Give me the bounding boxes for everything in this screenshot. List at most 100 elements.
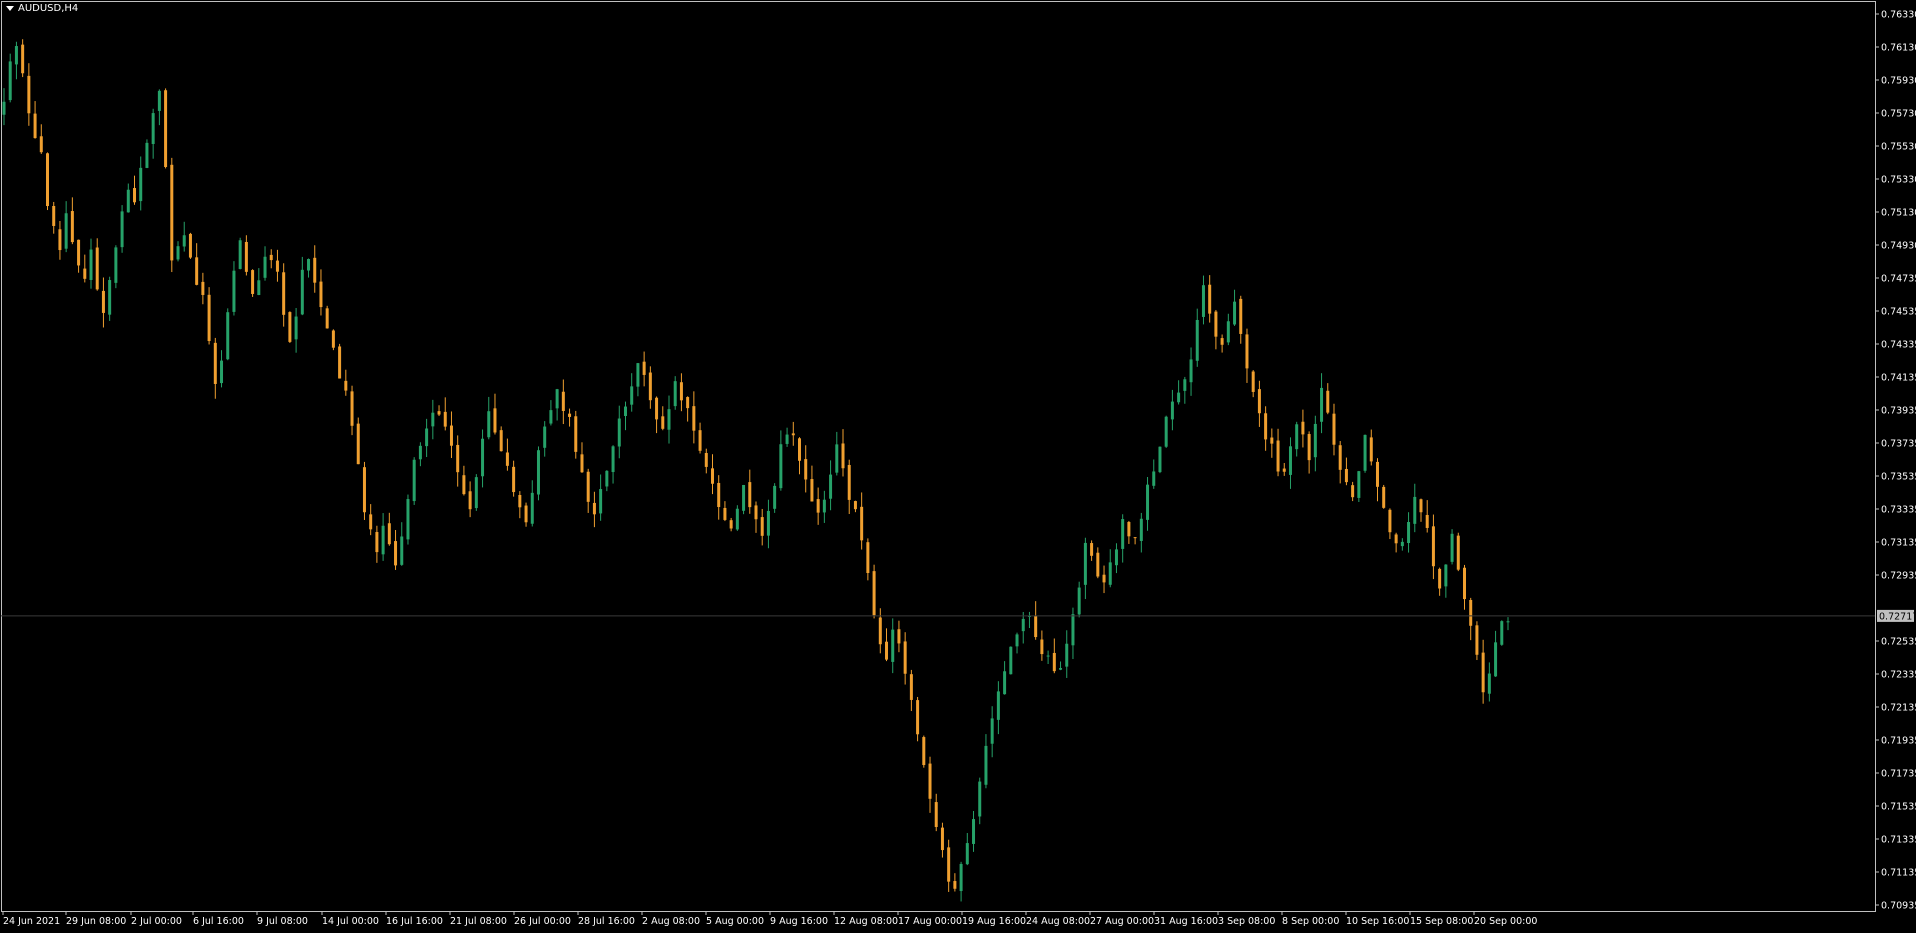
candlestick-chart[interactable]: 0.76330 0.76130 0.75930 0.75730 0.75530 0.753… [0,0,1916,933]
candle-body [1164,416,1168,447]
candle-body [605,470,609,487]
candle-body [394,541,398,566]
candle-body [1208,284,1212,314]
candle-body [561,391,565,411]
candle-body [120,211,124,248]
candle-body [524,505,528,523]
candle-body [1245,334,1249,369]
candle-body [1034,615,1038,638]
x-tick-label: 6 Jul 16:00 [193,916,244,927]
candle-body [1220,338,1224,345]
candle-body [1046,655,1050,657]
candle-body [275,260,279,272]
candle-body [213,342,217,384]
candle-body [195,257,199,285]
candle-body [841,443,845,469]
y-tick-label: 0.73735 [1881,439,1916,450]
candle-body [1233,301,1237,325]
candle-body [1201,285,1205,317]
candle-body [251,270,255,294]
candle-body [592,502,596,515]
candle-body [586,471,590,502]
candle-body [1357,471,1361,498]
candle-body [965,843,969,865]
candle-body [1382,486,1386,508]
candle-body [1394,534,1398,544]
candle-body [1425,514,1429,528]
x-tick-label: 14 Jul 00:00 [322,916,379,927]
candle-body [344,380,348,391]
y-tick-label: 0.71535 [1881,802,1916,813]
candle-body [418,445,422,460]
candle-body [493,408,497,433]
candle-body [232,270,236,312]
candle-body [207,294,211,342]
candle-body [46,153,50,207]
candle-body [580,454,584,473]
candle-body [1096,552,1100,577]
candle-body [1127,522,1131,537]
chart-window: AUDUSD,H4 0.763300.761300.759300.757300.… [0,0,1916,933]
candle-body [83,268,87,279]
candle-body [1344,468,1348,483]
candle-body [1146,484,1150,520]
y-tick-label: 0.70935 [1881,901,1916,912]
candle-body [810,479,814,502]
candle-body [853,501,857,510]
candle-body [636,363,640,387]
candle-body [319,281,323,308]
candle-body [1003,671,1007,695]
y-tick-label: 0.72535 [1881,637,1916,648]
candle-body [437,411,441,415]
candle-body [95,247,99,290]
candle-body [655,397,659,420]
candle-body [549,410,553,424]
candle-body [1114,549,1118,566]
candle-body [1431,526,1435,567]
candle-body [1307,434,1311,461]
candle-body [536,450,540,495]
candle-body [1251,371,1255,392]
candle-body [456,444,460,473]
candle-body [505,452,509,466]
y-tick-label: 0.74535 [1881,307,1916,318]
candle-body [220,360,224,384]
candle-body [1487,673,1491,694]
candle-body [692,406,696,431]
x-tick-label: 5 Aug 00:00 [706,916,764,927]
x-tick-label: 10 Sep 16:00 [1346,916,1409,927]
candle-body [1500,621,1504,645]
candle-body [704,453,708,467]
candle-body [400,536,404,565]
candle-body [449,425,453,446]
candle-body [947,847,951,882]
candle-body [512,466,516,493]
candle-body [1270,437,1274,444]
candle-body [928,763,932,799]
candle-body [126,189,130,213]
candle-body [307,259,311,271]
y-tick-label: 0.75530 [1881,142,1916,153]
candle-body [835,444,839,473]
y-tick-label: 0.76330 [1881,10,1916,21]
y-tick-label: 0.75330 [1881,175,1916,186]
y-tick-label: 0.76130 [1881,43,1916,54]
candle-body [959,863,963,892]
x-tick-label: 27 Aug 00:00 [1090,916,1154,927]
candle-body [244,241,248,272]
candle-body [940,827,944,851]
candle-body [1407,522,1411,544]
candle-body [760,517,764,536]
candle-body [1071,614,1075,646]
candle-body [1264,413,1268,440]
candle-body [375,532,379,553]
candle-body [300,269,304,315]
candle-body [481,438,485,477]
x-tick-label: 9 Jul 08:00 [257,916,308,927]
candle-body [897,629,901,644]
candle-body [164,90,168,167]
x-tick-label: 15 Sep 08:00 [1410,916,1473,927]
candle-body [822,499,826,513]
y-tick-label: 0.72135 [1881,703,1916,714]
candle-body [530,492,534,524]
